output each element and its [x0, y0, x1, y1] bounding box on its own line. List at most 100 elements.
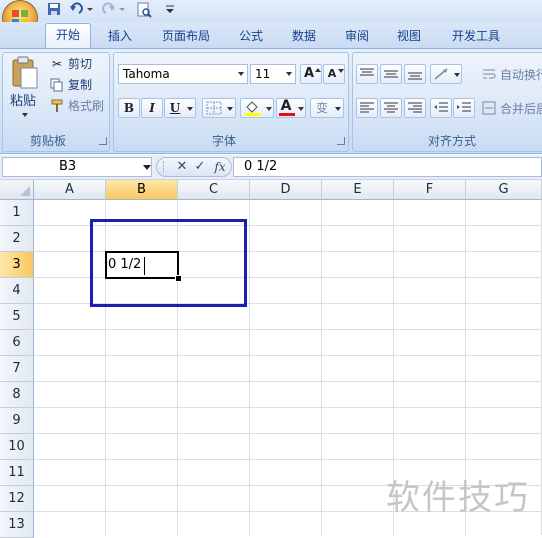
save-icon[interactable] [46, 2, 62, 18]
align-right-icon [408, 102, 422, 113]
row-header-8[interactable]: 8 [0, 382, 34, 408]
format-painter-button[interactable]: 格式刷 [50, 98, 106, 114]
cut-button[interactable]: ✂ 剪切 [50, 56, 106, 72]
row-header-9[interactable]: 9 [0, 408, 34, 434]
chevron-down-icon [266, 107, 272, 111]
tab-review[interactable]: 审阅 [336, 26, 378, 46]
gridline [34, 407, 542, 408]
bold-icon: B [123, 101, 135, 115]
arrow-down-icon [338, 69, 344, 73]
font-color-swatch [279, 113, 295, 116]
row-header-4[interactable]: 4 [0, 278, 34, 304]
copy-button[interactable]: 复制 [50, 77, 106, 93]
align-top-button[interactable] [356, 64, 378, 84]
name-box[interactable]: B3 [2, 157, 152, 177]
align-center-icon [384, 102, 398, 113]
chevron-down-icon [335, 107, 341, 111]
column-header-f[interactable]: F [394, 180, 466, 200]
row-header-7[interactable]: 7 [0, 356, 34, 382]
align-middle-button[interactable] [380, 64, 402, 84]
italic-icon: I [149, 101, 155, 115]
copy-icon [50, 78, 63, 92]
column-header-c[interactable]: C [178, 180, 250, 200]
row-header-12[interactable]: 12 [0, 486, 34, 512]
fill-color-button[interactable] [240, 98, 274, 118]
wrap-text-label: 自动换行 [500, 68, 542, 82]
increase-indent-button[interactable] [453, 98, 475, 118]
font-size-select[interactable]: 11 [250, 64, 296, 84]
paint-bucket-icon [245, 101, 261, 116]
wrap-text-button[interactable]: 自动换行 [482, 66, 542, 84]
arrow-up-icon [315, 68, 321, 72]
column-header-e[interactable]: E [322, 180, 394, 200]
redo-icon[interactable] [100, 2, 128, 18]
alignment-group-label: 对齐方式 [427, 134, 476, 148]
paste-dropdown-arrow[interactable] [22, 113, 28, 117]
undo-icon[interactable] [68, 2, 96, 18]
format-painter-icon [51, 99, 63, 112]
align-center-button[interactable] [380, 98, 402, 118]
print-preview-icon[interactable] [134, 2, 154, 18]
borders-button[interactable] [202, 98, 236, 118]
cancel-icon[interactable]: ✕ [175, 158, 189, 176]
shrink-font-button[interactable]: A [323, 64, 345, 84]
gridline [34, 329, 542, 330]
orientation-button[interactable] [430, 64, 462, 84]
font-color-button[interactable]: A [276, 98, 306, 118]
insert-function-icon[interactable]: fx [211, 158, 229, 176]
align-bottom-button[interactable] [404, 64, 426, 84]
row-header-1[interactable]: 1 [0, 200, 34, 226]
underline-button[interactable]: U [164, 98, 196, 118]
tab-view[interactable]: 视图 [388, 26, 430, 46]
row-header-2[interactable]: 2 [0, 226, 34, 252]
formula-input[interactable]: 0 1/2 [233, 157, 542, 177]
gridline [34, 433, 542, 434]
customize-qa-icon[interactable] [163, 2, 177, 18]
row-header-5[interactable]: 5 [0, 304, 34, 330]
formula-buttons: ✕ ✓ fx [156, 157, 232, 177]
font-size-value: 11 [255, 67, 271, 81]
column-header-a[interactable]: A [34, 180, 106, 200]
text-orientation-icon [434, 68, 448, 80]
chevron-down-icon [238, 72, 244, 76]
paste-button[interactable]: 粘贴 [8, 56, 42, 118]
phonetic-button[interactable]: 变 [310, 98, 344, 118]
chevron-down-icon [298, 107, 304, 111]
align-top-icon [360, 68, 374, 76]
column-header-d[interactable]: D [250, 180, 322, 200]
grip-icon [163, 161, 170, 173]
column-header-g[interactable]: G [466, 180, 542, 200]
grow-font-button[interactable]: A [300, 64, 322, 84]
merge-center-button[interactable]: 合并后居 [482, 100, 542, 118]
font-name-select[interactable]: Tahoma [118, 64, 248, 84]
align-middle-icon [384, 70, 398, 78]
chevron-down-icon[interactable] [143, 165, 151, 170]
tab-page-layout[interactable]: 页面布局 [152, 26, 220, 46]
clipboard-launcher-icon[interactable] [99, 137, 107, 145]
tab-developer[interactable]: 开发工具 [442, 26, 510, 46]
merge-center-label: 合并后居 [500, 102, 542, 116]
tab-data[interactable]: 数据 [284, 26, 324, 46]
chevron-down-icon [187, 107, 193, 111]
tab-home[interactable]: 开始 [45, 25, 91, 45]
row-header-6[interactable]: 6 [0, 330, 34, 356]
chevron-down-icon [227, 107, 233, 111]
row-header-11[interactable]: 11 [0, 460, 34, 486]
decrease-indent-button[interactable] [430, 98, 452, 118]
column-header-b[interactable]: B [106, 180, 178, 200]
annotation-highlight-box [90, 219, 247, 307]
align-right-button[interactable] [404, 98, 426, 118]
row-header-3[interactable]: 3 [0, 252, 34, 278]
bold-button[interactable]: B [118, 98, 140, 118]
tab-insert[interactable]: 插入 [100, 26, 140, 46]
row-header-13[interactable]: 13 [0, 512, 34, 538]
align-left-button[interactable] [356, 98, 378, 118]
enter-icon[interactable]: ✓ [193, 158, 207, 176]
tab-formulas[interactable]: 公式 [230, 26, 272, 46]
row-header-10[interactable]: 10 [0, 434, 34, 460]
font-name-value: Tahoma [123, 67, 170, 81]
italic-button[interactable]: I [141, 98, 163, 118]
select-all-corner[interactable] [0, 180, 34, 200]
clipboard-group-label: 剪贴板 [29, 134, 66, 148]
font-launcher-icon[interactable] [337, 137, 345, 145]
